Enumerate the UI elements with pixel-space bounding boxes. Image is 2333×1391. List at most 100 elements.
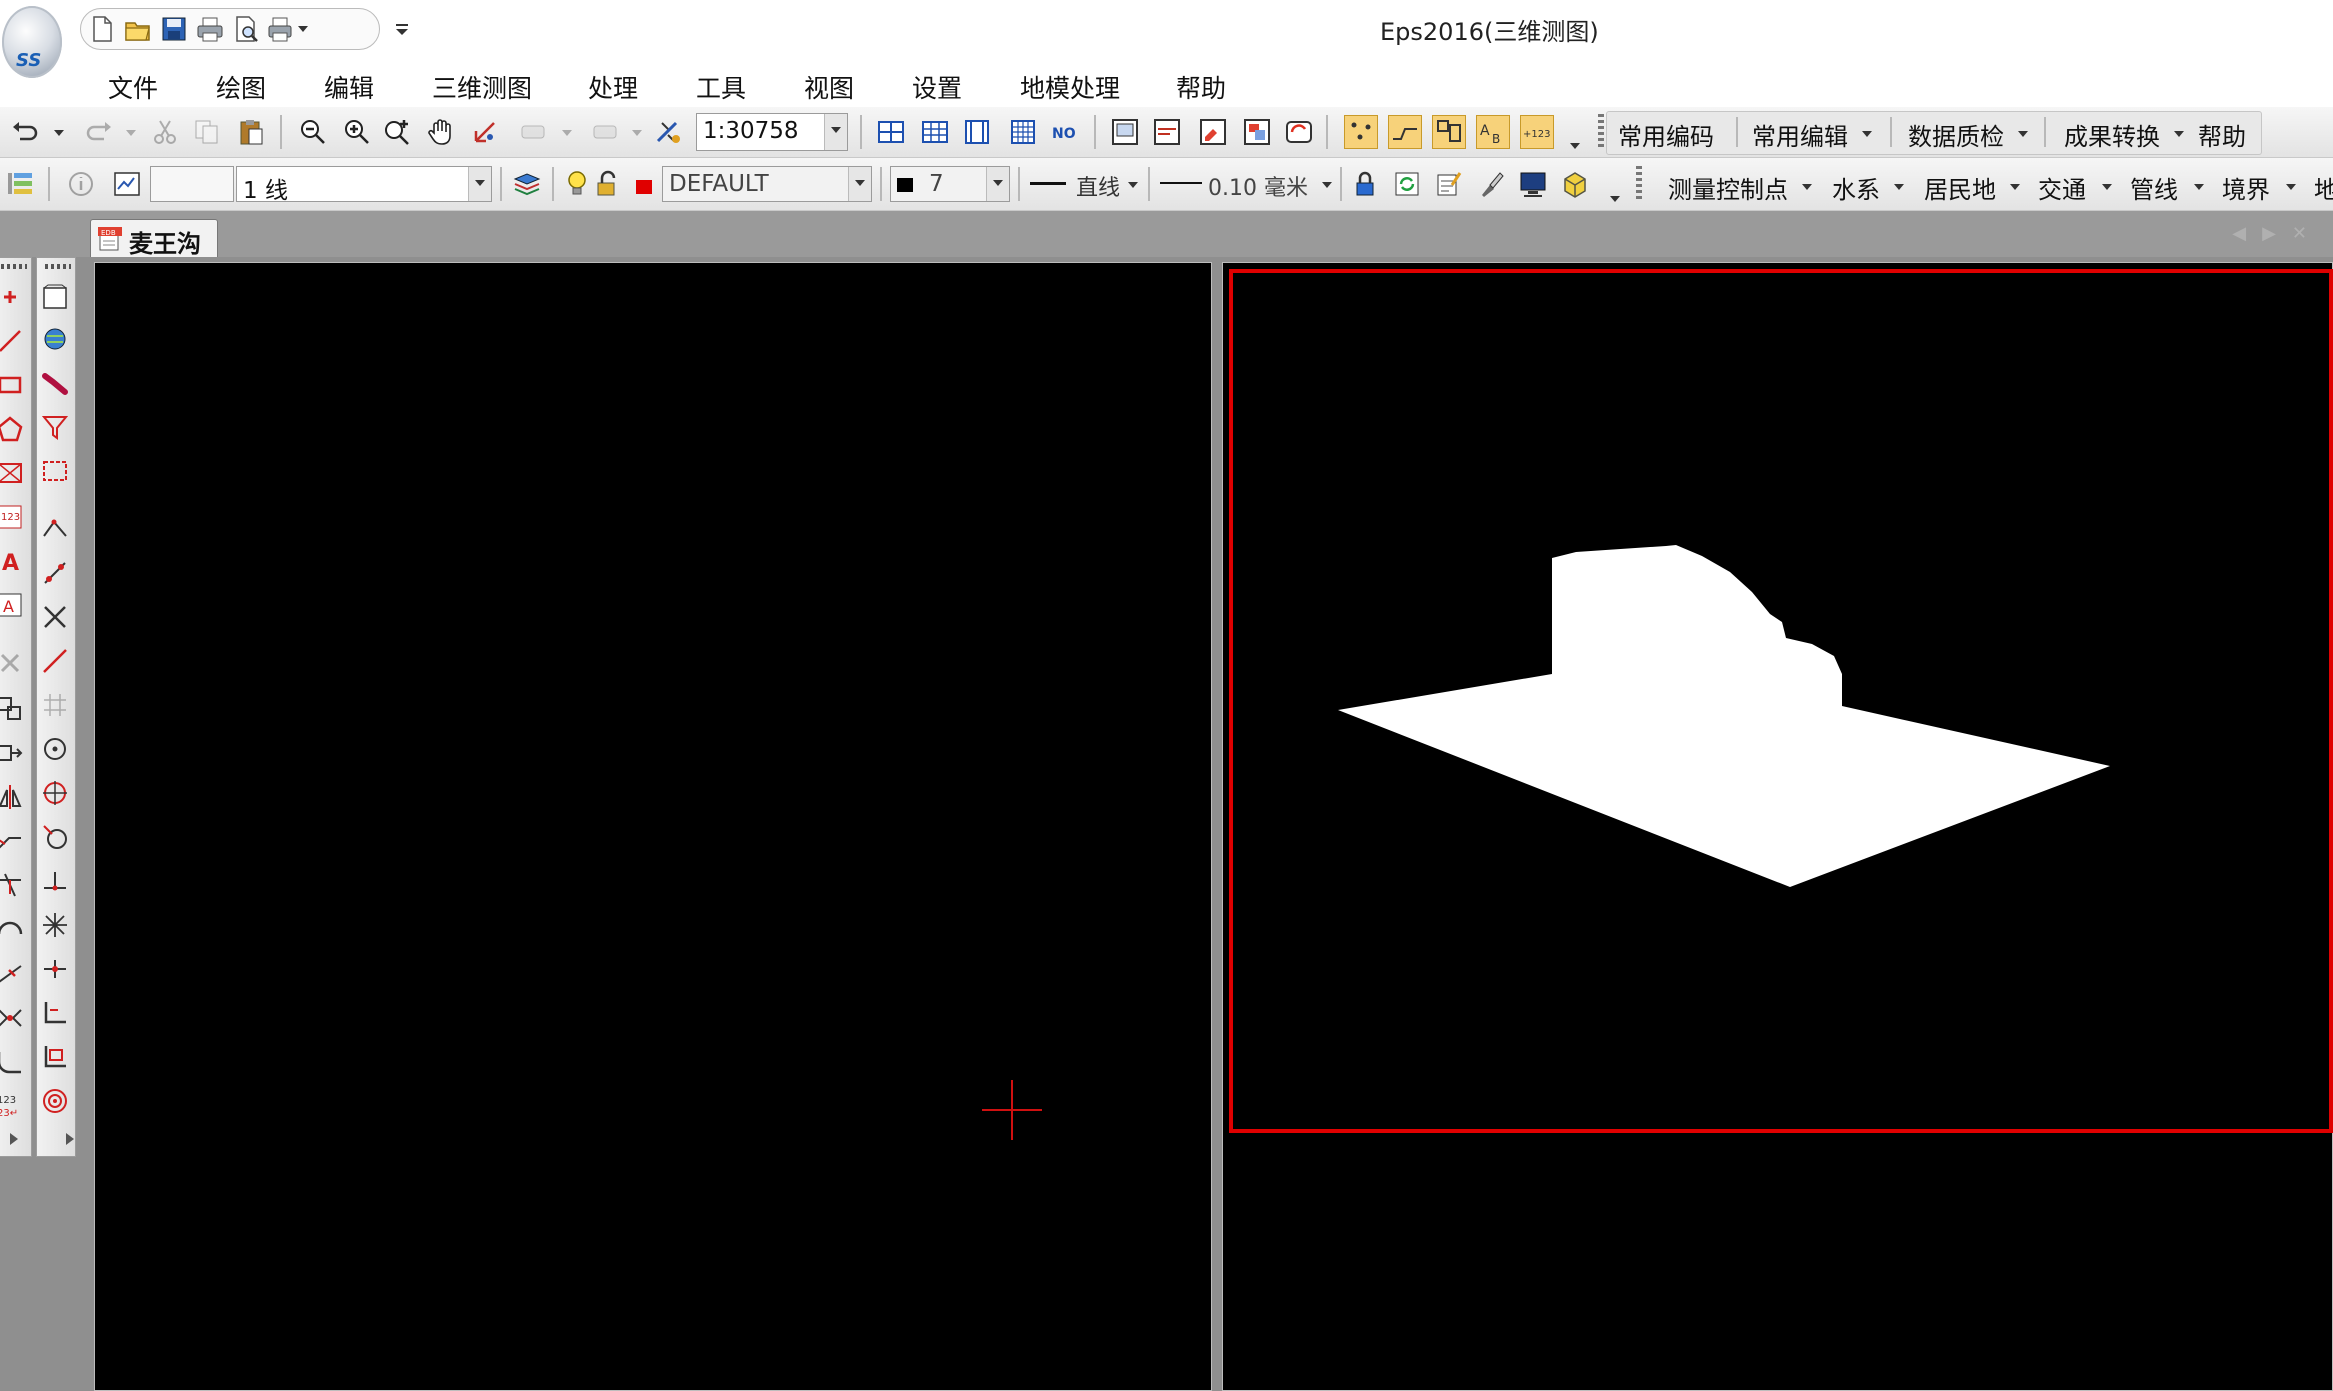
snap-text-icon[interactable]: AB <box>1476 115 1510 149</box>
toolbar-grip[interactable] <box>1598 114 1604 150</box>
undo-icon[interactable] <box>8 115 42 149</box>
copy-object-icon[interactable] <box>0 694 29 728</box>
menu-terrain-processing[interactable]: 地模处理 <box>1020 69 1120 105</box>
toolbar-overflow-icon[interactable] <box>1570 143 1580 149</box>
data-qc-dropdown-icon[interactable] <box>2018 131 2028 137</box>
number-annotation-icon[interactable]: 123 <box>0 502 29 536</box>
hatch-tool-icon[interactable] <box>0 458 29 492</box>
print-dropdown-icon[interactable] <box>267 14 311 44</box>
redo-dropdown-icon[interactable] <box>126 130 136 136</box>
redo-icon[interactable] <box>82 115 116 149</box>
polyline-tool-icon[interactable] <box>40 514 74 548</box>
tab-close-icon[interactable]: ✕ <box>2292 223 2323 244</box>
two-point-line-icon[interactable] <box>40 558 74 592</box>
boundary-menu[interactable]: 境界 <box>2222 170 2270 205</box>
map-edit-icon[interactable] <box>1196 115 1230 149</box>
view-extents-icon[interactable] <box>874 115 908 149</box>
view-history-dropdown-icon[interactable] <box>562 130 572 136</box>
radial-lines-icon[interactable] <box>40 910 74 944</box>
layer-dropdown-icon[interactable] <box>848 167 871 201</box>
diagonal-line-icon[interactable] <box>40 646 74 680</box>
map-refresh-icon[interactable] <box>1282 115 1316 149</box>
zoom-realtime-icon[interactable] <box>380 115 414 149</box>
extend-tool-icon[interactable] <box>0 958 29 992</box>
intersect-tool-icon[interactable] <box>40 602 74 636</box>
transportation-dropdown-icon[interactable] <box>2102 184 2112 190</box>
view-grid-icon[interactable] <box>918 115 952 149</box>
perpendicular-icon[interactable] <box>40 866 74 900</box>
text-tool-icon[interactable]: A <box>0 546 29 580</box>
toolbar2-overflow-icon[interactable] <box>1610 196 1620 202</box>
coordinate-frame-icon[interactable] <box>40 1042 74 1076</box>
arc-tool-icon[interactable] <box>0 914 29 948</box>
color-combo[interactable]: 7 <box>890 166 1010 202</box>
view-mode-icon[interactable]: NO <box>1048 115 1082 149</box>
boundary-dropdown-icon[interactable] <box>2286 184 2296 190</box>
color-dropdown-icon[interactable] <box>986 167 1009 201</box>
terrain-menu[interactable]: 地 <box>2314 170 2333 205</box>
menu-3d-mapping[interactable]: 三维测图 <box>432 69 532 105</box>
grid-tool-icon[interactable] <box>40 690 74 724</box>
menu-file[interactable]: 文件 <box>108 69 158 105</box>
point-tool-icon[interactable] <box>0 282 29 316</box>
view-forward-dropdown-icon[interactable] <box>632 130 642 136</box>
toolbar-grip[interactable] <box>1636 166 1642 202</box>
break-tool-icon[interactable] <box>0 1002 29 1036</box>
pipeline-menu[interactable]: 管线 <box>2130 170 2178 205</box>
hydrology-menu[interactable]: 水系 <box>1832 170 1880 205</box>
zoom-in-icon[interactable] <box>340 115 374 149</box>
snap-points-icon[interactable] <box>1344 115 1378 149</box>
tab-prev-icon[interactable]: ◀ <box>2232 223 2262 244</box>
layer-color-swatch[interactable] <box>636 180 652 194</box>
snap-line-icon[interactable] <box>1388 115 1422 149</box>
copy-icon[interactable] <box>190 115 224 149</box>
zoom-previous-icon[interactable] <box>468 115 502 149</box>
menu-draw[interactable]: 绘图 <box>216 69 266 105</box>
window-select-icon[interactable] <box>40 456 74 490</box>
delete-tool-icon[interactable] <box>0 648 29 682</box>
trim-tool-icon[interactable] <box>0 870 29 904</box>
data-qc-menu[interactable]: 数据质检 <box>1908 117 2004 152</box>
ribbon-help-menu[interactable]: 帮助 <box>2198 117 2246 152</box>
brush-select-icon[interactable] <box>40 368 74 402</box>
rectangle-tool-icon[interactable] <box>0 370 29 404</box>
fillet-tool-icon[interactable] <box>0 1046 29 1080</box>
menu-tools[interactable]: 工具 <box>696 69 746 105</box>
line-tool-icon[interactable] <box>0 326 29 360</box>
toolbar-grip[interactable] <box>45 264 71 269</box>
result-convert-menu[interactable]: 成果转换 <box>2064 117 2160 152</box>
lineweight-dropdown-icon[interactable] <box>1322 182 1332 188</box>
circle-center-icon[interactable] <box>40 778 74 812</box>
common-edit-dropdown-icon[interactable] <box>1862 131 1872 137</box>
scale-combo[interactable]: 1:30758 <box>696 113 848 151</box>
open-icon[interactable] <box>123 14 153 44</box>
3d-box-icon[interactable] <box>1558 167 1592 201</box>
refresh-display-icon[interactable] <box>1390 167 1424 201</box>
new-icon[interactable] <box>87 14 117 44</box>
arc-three-point-icon[interactable] <box>40 822 74 856</box>
offset-tool-icon[interactable] <box>0 826 29 860</box>
print-preview-icon[interactable] <box>231 14 261 44</box>
application-menu-button[interactable]: SS <box>2 6 62 78</box>
coordinate-axis-icon[interactable] <box>40 998 74 1032</box>
save-icon[interactable] <box>159 14 189 44</box>
mirror-tool-icon[interactable] <box>0 782 29 816</box>
layer-visible-bulb-icon[interactable] <box>564 167 590 201</box>
lock-objects-icon[interactable] <box>1348 167 1382 201</box>
paste-icon[interactable] <box>234 115 268 149</box>
map-sheet-icon[interactable] <box>1150 115 1184 149</box>
view-table-icon[interactable] <box>1006 115 1040 149</box>
cut-icon[interactable] <box>148 115 182 149</box>
polygon-tool-icon[interactable] <box>0 414 29 448</box>
linetype-value[interactable]: 直线 <box>1076 170 1120 202</box>
attribute-edit-icon[interactable] <box>1432 167 1466 201</box>
zoom-out-icon[interactable] <box>296 115 330 149</box>
toolbar-grip[interactable] <box>1 264 27 269</box>
select-object-icon[interactable] <box>40 282 74 316</box>
hydrology-dropdown-icon[interactable] <box>1894 184 1904 190</box>
text-frame-icon[interactable]: A <box>0 590 29 624</box>
globe-select-icon[interactable] <box>40 324 74 358</box>
layer-stack-icon[interactable] <box>510 167 544 201</box>
pipeline-dropdown-icon[interactable] <box>2194 184 2204 190</box>
linetype-dropdown-icon[interactable] <box>1128 182 1138 188</box>
